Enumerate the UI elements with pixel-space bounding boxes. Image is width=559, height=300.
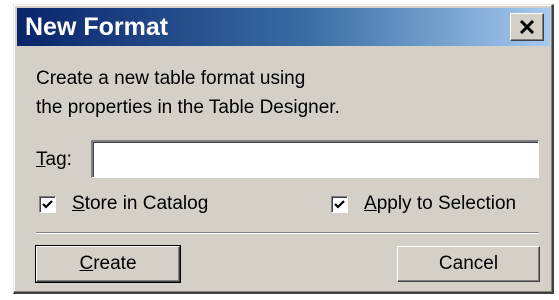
title-bar[interactable]: New Format xyxy=(17,8,550,46)
description-line-2: the properties in the Table Designer. xyxy=(36,97,340,118)
close-button[interactable] xyxy=(510,13,544,41)
store-in-catalog-checkbox[interactable] xyxy=(39,196,56,213)
store-in-catalog-label[interactable]: Store in Catalog xyxy=(72,193,208,215)
tag-label: Tag: xyxy=(36,149,72,170)
cancel-button[interactable]: Cancel xyxy=(397,246,540,282)
apply-to-selection-checkbox[interactable] xyxy=(331,196,348,213)
separator xyxy=(36,232,539,234)
tag-input[interactable] xyxy=(91,140,539,178)
create-button[interactable]: Create xyxy=(35,245,181,283)
dialog-title: New Format xyxy=(25,13,169,41)
checkmark-icon xyxy=(42,200,53,209)
apply-to-selection-label[interactable]: Apply to Selection xyxy=(364,193,516,215)
close-icon xyxy=(519,14,535,39)
description-line-1: Create a new table format using xyxy=(36,68,306,89)
new-format-dialog: New Format Create a new table format usi… xyxy=(13,4,554,294)
checkmark-icon xyxy=(334,200,345,209)
